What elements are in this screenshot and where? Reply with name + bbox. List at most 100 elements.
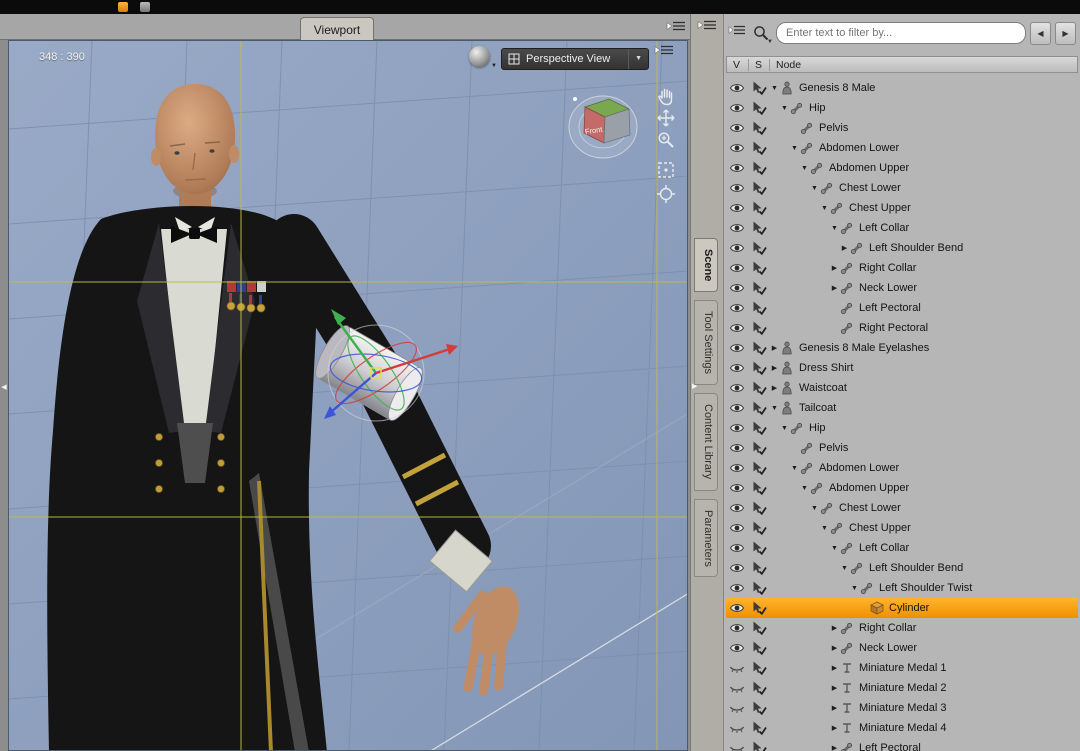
tab-viewport[interactable]: Viewport — [300, 17, 374, 41]
scene-tree-row[interactable]: ▼ Hip — [726, 418, 1078, 438]
left-splitter-collapse-icon[interactable]: ◀ — [0, 380, 8, 396]
expand-arrow-icon[interactable]: ▶ — [769, 384, 780, 392]
scene-tree-row[interactable]: ▼ Left Collar — [726, 218, 1078, 238]
scene-pane-menu-icon[interactable] — [728, 24, 746, 42]
node-label[interactable]: Miniature Medal 3 — [859, 702, 946, 714]
visibility-eye-icon[interactable] — [726, 342, 748, 354]
expand-arrow-icon[interactable]: ▼ — [809, 505, 820, 512]
node-label[interactable]: Hip — [809, 102, 826, 114]
filter-prev-button[interactable]: ◀ — [1030, 21, 1051, 45]
expand-arrow-icon[interactable]: ▼ — [769, 405, 780, 412]
selection-cursor-icon[interactable] — [748, 201, 769, 215]
node-label[interactable]: Left Collar — [859, 222, 909, 234]
node-label[interactable]: Left Pectoral — [859, 742, 921, 751]
viewport-options-menu-icon[interactable] — [654, 44, 674, 62]
node-label[interactable]: Miniature Medal 4 — [859, 722, 946, 734]
selection-cursor-icon[interactable] — [748, 401, 769, 415]
expand-arrow-icon[interactable]: ▶ — [829, 264, 840, 272]
node-label[interactable]: Left Collar — [859, 542, 909, 554]
node-label[interactable]: Genesis 8 Male Eyelashes — [799, 342, 929, 354]
selection-cursor-icon[interactable] — [748, 221, 769, 235]
node-label[interactable]: Abdomen Upper — [829, 162, 909, 174]
node-label[interactable]: Pelvis — [819, 122, 848, 134]
scene-tree-row[interactable]: ▶ Waistcoat — [726, 378, 1078, 398]
visibility-eye-icon[interactable] — [726, 102, 748, 114]
expand-arrow-icon[interactable]: ▼ — [849, 585, 860, 592]
scene-tree-row[interactable]: ▼ Abdomen Upper — [726, 158, 1078, 178]
selection-cursor-icon[interactable] — [748, 161, 769, 175]
visibility-eye-icon[interactable] — [726, 302, 748, 314]
selection-cursor-icon[interactable] — [748, 641, 769, 655]
node-label[interactable]: Left Shoulder Bend — [869, 562, 963, 574]
visibility-eye-icon[interactable] — [726, 362, 748, 374]
camera-zoom-icon[interactable] — [655, 129, 679, 151]
scene-tree-row[interactable]: ▶ Neck Lower — [726, 278, 1078, 298]
camera-move-icon[interactable] — [655, 107, 679, 129]
expand-arrow-icon[interactable]: ▶ — [829, 684, 840, 692]
column-header-selectability[interactable]: S — [749, 58, 770, 71]
visibility-eye-icon[interactable] — [726, 262, 748, 274]
selection-cursor-icon[interactable] — [748, 341, 769, 355]
scene-tree-row[interactable]: Cylinder — [726, 598, 1078, 618]
visibility-eye-icon[interactable] — [726, 602, 748, 614]
visibility-eye-icon[interactable] — [726, 402, 748, 414]
strip-pane-menu-icon[interactable] — [697, 19, 717, 37]
scene-tree-row[interactable]: ▶ Miniature Medal 2 — [726, 678, 1078, 698]
scene-tree-row[interactable]: Left Pectoral — [726, 298, 1078, 318]
visibility-eye-icon[interactable] — [726, 562, 748, 574]
tab-scene[interactable]: Scene — [694, 238, 718, 293]
expand-arrow-icon[interactable]: ▼ — [789, 145, 800, 152]
node-label[interactable]: Left Shoulder Bend — [869, 242, 963, 254]
selection-cursor-icon[interactable] — [748, 101, 769, 115]
visibility-eye-icon[interactable] — [726, 742, 748, 751]
node-label[interactable]: Abdomen Upper — [829, 482, 909, 494]
expand-arrow-icon[interactable]: ▼ — [799, 485, 810, 492]
expand-arrow-icon[interactable]: ▼ — [799, 165, 810, 172]
expand-arrow-icon[interactable]: ▼ — [779, 105, 790, 112]
expand-arrow-icon[interactable]: ▶ — [769, 364, 780, 372]
selection-cursor-icon[interactable] — [748, 141, 769, 155]
node-label[interactable]: Waistcoat — [799, 382, 847, 394]
visibility-eye-icon[interactable] — [726, 502, 748, 514]
selection-cursor-icon[interactable] — [748, 501, 769, 515]
visibility-eye-icon[interactable] — [726, 442, 748, 454]
expand-arrow-icon[interactable]: ▶ — [829, 704, 840, 712]
node-label[interactable]: Chest Upper — [849, 522, 911, 534]
node-label[interactable]: Hip — [809, 422, 826, 434]
tab-tool-settings[interactable]: Tool Settings — [694, 300, 718, 386]
column-header-node[interactable]: Node — [770, 59, 1077, 71]
scene-tree-row[interactable]: ▶ Miniature Medal 1 — [726, 658, 1078, 678]
visibility-eye-icon[interactable] — [726, 422, 748, 434]
visibility-eye-icon[interactable] — [726, 162, 748, 174]
node-label[interactable]: Right Pectoral — [859, 322, 928, 334]
scene-tree-row[interactable]: ▼ Abdomen Lower — [726, 138, 1078, 158]
visibility-eye-icon[interactable] — [726, 282, 748, 294]
node-label[interactable]: Tailcoat — [799, 402, 836, 414]
expand-arrow-icon[interactable]: ▶ — [769, 344, 780, 352]
scene-tree-row[interactable]: Right Pectoral — [726, 318, 1078, 338]
selection-cursor-icon[interactable] — [748, 661, 769, 675]
expand-arrow-icon[interactable]: ▼ — [789, 465, 800, 472]
node-label[interactable]: Abdomen Lower — [819, 142, 899, 154]
node-label[interactable]: Left Pectoral — [859, 302, 921, 314]
node-label[interactable]: Pelvis — [819, 442, 848, 454]
scene-tree-row[interactable]: ▼ Left Collar — [726, 538, 1078, 558]
visibility-eye-icon[interactable] — [726, 662, 748, 674]
visibility-eye-icon[interactable] — [726, 462, 748, 474]
selection-cursor-icon[interactable] — [748, 461, 769, 475]
selection-cursor-icon[interactable] — [748, 301, 769, 315]
scene-tree-row[interactable]: Pelvis — [726, 438, 1078, 458]
visibility-eye-icon[interactable] — [726, 622, 748, 634]
selection-cursor-icon[interactable] — [748, 81, 769, 95]
scene-tree-row[interactable]: ▼ Chest Upper — [726, 198, 1078, 218]
scene-tree-row[interactable]: ▶ Miniature Medal 3 — [726, 698, 1078, 718]
expand-arrow-icon[interactable]: ▼ — [839, 565, 850, 572]
node-label[interactable]: Right Collar — [859, 622, 916, 634]
node-label[interactable]: Genesis 8 Male — [799, 82, 875, 94]
visibility-eye-icon[interactable] — [726, 202, 748, 214]
frame-selection-icon[interactable] — [655, 159, 679, 181]
node-label[interactable]: Right Collar — [859, 262, 916, 274]
drawstyle-sphere-icon[interactable]: ▼ — [469, 46, 497, 69]
node-label[interactable]: Dress Shirt — [799, 362, 853, 374]
selection-cursor-icon[interactable] — [748, 121, 769, 135]
